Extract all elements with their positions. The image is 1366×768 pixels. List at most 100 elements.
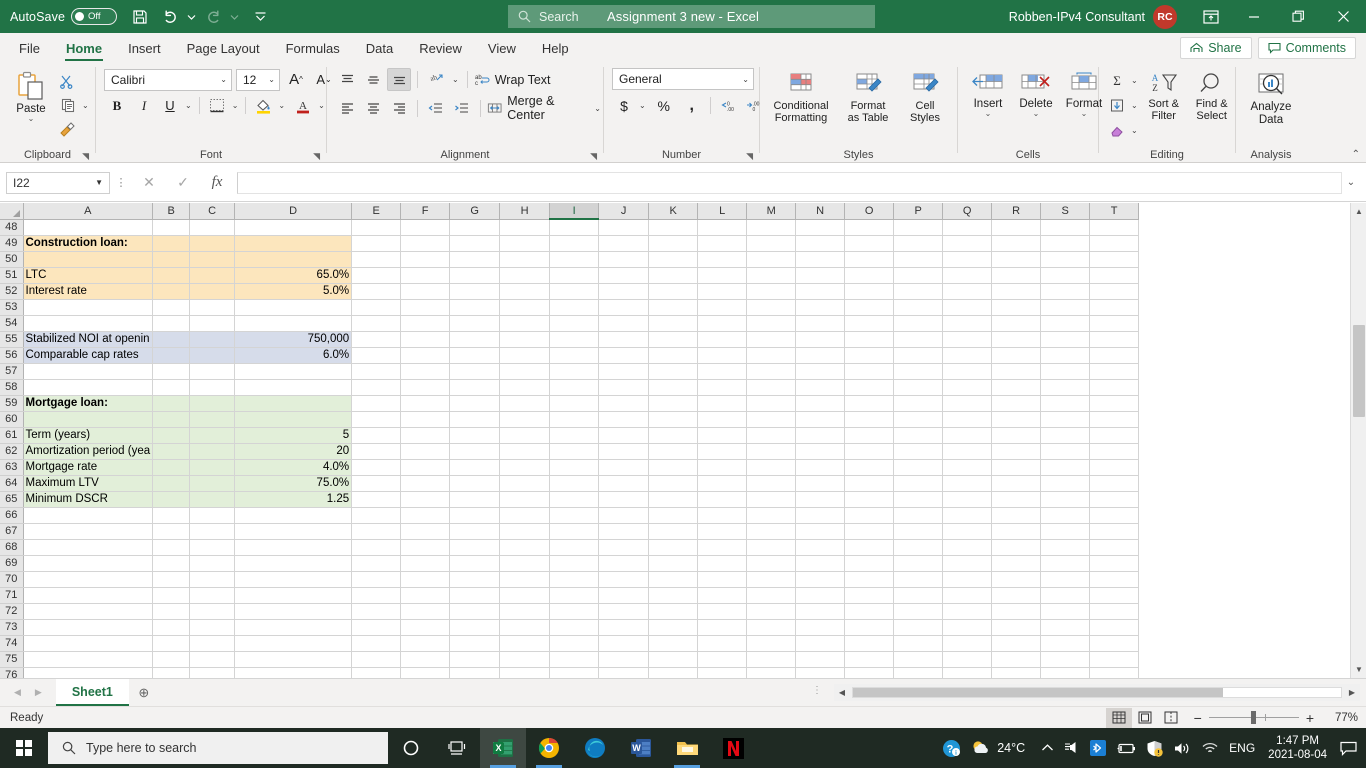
cell-H48[interactable]: [499, 219, 551, 236]
row-header-65[interactable]: 65: [0, 491, 24, 508]
cell-S75[interactable]: [1040, 651, 1091, 668]
scroll-up-button[interactable]: ▲: [1351, 203, 1366, 220]
cell-G74[interactable]: [449, 635, 501, 652]
cell-K55[interactable]: [648, 331, 699, 348]
cell-H65[interactable]: [499, 491, 551, 508]
cell-L58[interactable]: [697, 379, 748, 396]
number-dialog-launcher-icon[interactable]: ◥: [746, 151, 753, 162]
cell-Q48[interactable]: [942, 219, 993, 236]
row-header-68[interactable]: 68: [0, 539, 24, 556]
zoom-out-button[interactable]: −: [1194, 710, 1202, 726]
cell-Q69[interactable]: [942, 555, 993, 572]
cell-H56[interactable]: [499, 347, 551, 364]
name-box[interactable]: I22 ▼: [6, 171, 110, 194]
cell-T62[interactable]: [1089, 443, 1140, 460]
cell-S59[interactable]: [1040, 395, 1091, 412]
cell-M76[interactable]: [746, 667, 797, 678]
cell-K64[interactable]: [648, 475, 699, 492]
cell-B66[interactable]: [152, 507, 191, 524]
font-name-input[interactable]: Calibri ⌄: [104, 68, 232, 91]
cell-N55[interactable]: [795, 331, 846, 348]
show-hidden-icons-icon[interactable]: [1036, 728, 1059, 768]
cell-P70[interactable]: [893, 571, 944, 588]
cell-J70[interactable]: [598, 571, 650, 588]
cell-M52[interactable]: [746, 283, 797, 300]
cell-O53[interactable]: [844, 299, 895, 316]
cell-P75[interactable]: [893, 651, 944, 668]
column-header-h[interactable]: H: [499, 203, 551, 220]
cell-M73[interactable]: [746, 619, 797, 636]
cell-N51[interactable]: [795, 267, 846, 284]
hscroll-left-button[interactable]: ◀: [834, 688, 850, 697]
cell-T67[interactable]: [1089, 523, 1140, 540]
cell-J62[interactable]: [598, 443, 650, 460]
cell-S61[interactable]: [1040, 427, 1091, 444]
cell-S67[interactable]: [1040, 523, 1091, 540]
cell-M61[interactable]: [746, 427, 797, 444]
cell-A62[interactable]: Amortization period (yea: [22, 443, 154, 460]
cell-F63[interactable]: [400, 459, 451, 476]
tab-page-layout[interactable]: Page Layout: [174, 33, 273, 63]
cell-R57[interactable]: [991, 363, 1042, 380]
cell-D58[interactable]: [234, 379, 353, 396]
cell-C50[interactable]: [189, 251, 236, 268]
enter-icon[interactable]: ✓: [166, 170, 200, 196]
cell-B73[interactable]: [152, 619, 191, 636]
cell-M59[interactable]: [746, 395, 797, 412]
cell-H71[interactable]: [499, 587, 551, 604]
cell-T76[interactable]: [1089, 667, 1140, 678]
middle-align-button[interactable]: [361, 68, 385, 91]
cell-T55[interactable]: [1089, 331, 1140, 348]
cell-G76[interactable]: [449, 667, 501, 678]
cell-K74[interactable]: [648, 635, 699, 652]
cell-C52[interactable]: [189, 283, 236, 300]
cell-C65[interactable]: [189, 491, 236, 508]
cell-Q62[interactable]: [942, 443, 993, 460]
cell-N64[interactable]: [795, 475, 846, 492]
cell-D63[interactable]: 4.0%: [234, 459, 353, 476]
cell-J60[interactable]: [598, 411, 650, 428]
cell-J50[interactable]: [598, 251, 650, 268]
column-header-g[interactable]: G: [449, 203, 501, 220]
cell-G61[interactable]: [449, 427, 501, 444]
cell-R62[interactable]: [991, 443, 1042, 460]
cell-G54[interactable]: [449, 315, 501, 332]
cell-E76[interactable]: [351, 667, 402, 678]
cell-N67[interactable]: [795, 523, 846, 540]
cell-N74[interactable]: [795, 635, 846, 652]
cell-C71[interactable]: [189, 587, 236, 604]
align-left-button[interactable]: [335, 97, 359, 120]
cell-E69[interactable]: [351, 555, 402, 572]
cell-D51[interactable]: 65.0%: [234, 267, 353, 284]
tab-view[interactable]: View: [475, 33, 529, 63]
cell-K73[interactable]: [648, 619, 699, 636]
cell-B71[interactable]: [152, 587, 191, 604]
cell-D69[interactable]: [234, 555, 353, 572]
cell-H67[interactable]: [499, 523, 551, 540]
bold-button[interactable]: B: [104, 94, 130, 117]
cell-E59[interactable]: [351, 395, 402, 412]
ribbon-display-options-icon[interactable]: [1191, 0, 1231, 33]
netflix-taskbar-icon[interactable]: [710, 728, 756, 768]
cell-I70[interactable]: [549, 571, 600, 588]
cell-S50[interactable]: [1040, 251, 1091, 268]
save-icon[interactable]: [125, 2, 155, 32]
cell-R48[interactable]: [991, 219, 1042, 236]
horizontal-scroll-thumb[interactable]: [853, 688, 1223, 697]
language-indicator[interactable]: ENG: [1224, 728, 1260, 768]
volume-icon[interactable]: [1168, 728, 1196, 768]
cell-O57[interactable]: [844, 363, 895, 380]
cell-R70[interactable]: [991, 571, 1042, 588]
cell-Q75[interactable]: [942, 651, 993, 668]
cell-A65[interactable]: Minimum DSCR: [22, 491, 154, 508]
cell-F53[interactable]: [400, 299, 451, 316]
insert-cells-button[interactable]: Insert ⌄: [964, 69, 1012, 118]
cell-B62[interactable]: [152, 443, 191, 460]
alignment-dialog-launcher-icon[interactable]: ◥: [590, 151, 597, 162]
cell-G66[interactable]: [449, 507, 501, 524]
cell-I60[interactable]: [549, 411, 600, 428]
cell-O68[interactable]: [844, 539, 895, 556]
cell-P69[interactable]: [893, 555, 944, 572]
cell-E70[interactable]: [351, 571, 402, 588]
cell-K71[interactable]: [648, 587, 699, 604]
